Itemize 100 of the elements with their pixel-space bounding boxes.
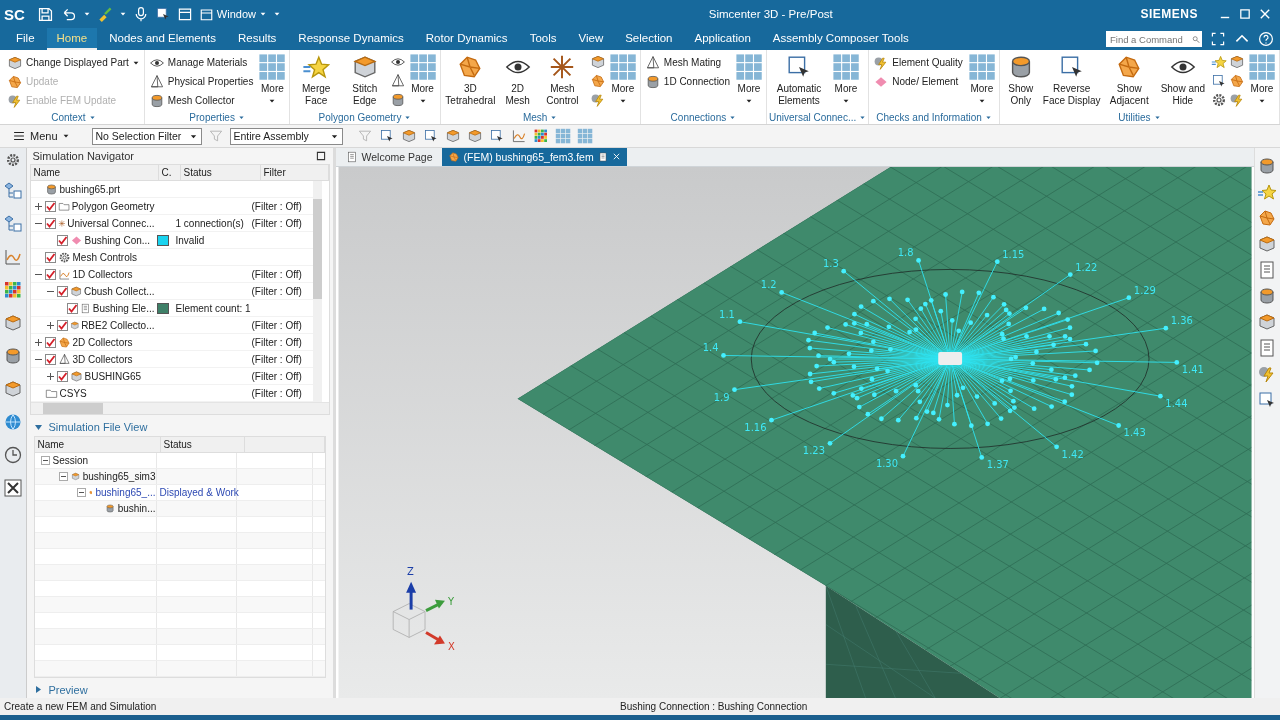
horizontal-scrollbar[interactable] [30, 402, 329, 415]
select-icon[interactable] [488, 128, 505, 144]
cube-icon[interactable] [1257, 234, 1278, 254]
cube-icon[interactable] [1257, 312, 1278, 332]
column-header[interactable]: Name [30, 165, 159, 181]
clock-icon[interactable] [2, 445, 23, 465]
expand-toggle[interactable] [33, 201, 43, 211]
checkbox[interactable] [44, 200, 56, 212]
select-icon[interactable] [378, 128, 395, 144]
more-button[interactable]: More [1247, 53, 1277, 105]
colorgrid-icon[interactable] [532, 128, 549, 144]
selection-filter-dropdown[interactable]: No Selection Filter [91, 127, 202, 145]
fullscreen-icon[interactable] [1210, 31, 1226, 47]
checkbox[interactable] [44, 336, 56, 348]
checkbox[interactable] [44, 251, 56, 263]
tree-item[interactable]: Bushing Ele... [92, 302, 155, 314]
menu-button[interactable]: Menu [6, 128, 76, 144]
more-button[interactable]: More [257, 53, 288, 105]
wrench-icon[interactable] [2, 478, 23, 498]
help-icon[interactable] [1258, 31, 1274, 47]
ribbon-button[interactable]: Show Adjacent [1103, 53, 1155, 107]
expand-toggle[interactable] [45, 320, 55, 330]
window-menu[interactable]: Window [198, 6, 267, 22]
brush-icon[interactable] [96, 6, 113, 22]
more-button[interactable]: More [831, 53, 861, 105]
star-icon[interactable] [1211, 54, 1227, 70]
more-button[interactable]: More [734, 53, 764, 105]
tree-item[interactable]: RBE2 Collecto... [81, 319, 155, 331]
cube-icon[interactable] [400, 128, 417, 144]
lightning-icon[interactable] [589, 92, 606, 108]
cube-icon[interactable] [2, 313, 23, 333]
scope-dropdown[interactable]: Entire Assembly [229, 127, 343, 145]
menu-tab[interactable]: Rotor Dynamics [415, 28, 518, 50]
ribbon-button[interactable]: Show Only [1001, 53, 1040, 107]
checkbox[interactable] [56, 285, 68, 297]
chart-icon[interactable] [510, 128, 527, 144]
checkbox[interactable] [56, 370, 68, 382]
ribbon-button[interactable]: Reverse Face Display [1041, 53, 1102, 107]
ribbon-command[interactable]: Element Quality [871, 53, 965, 72]
tree-item[interactable]: Universal Connec... [67, 217, 155, 229]
ribbon-button[interactable]: Mesh Control [537, 53, 588, 107]
tree-item[interactable]: Polygon Geometry [71, 200, 155, 212]
section-header[interactable]: Preview [29, 681, 330, 698]
pyramid-icon[interactable] [389, 73, 406, 89]
expand-toggle[interactable] [40, 455, 50, 465]
menu-tab[interactable]: Assembly Composer Tools [762, 28, 919, 50]
file-item[interactable]: bushing65_sim3 [82, 470, 156, 482]
more-button[interactable]: More [407, 53, 438, 105]
checkbox[interactable] [56, 319, 68, 331]
search-field[interactable]: Find a Command [1106, 31, 1202, 47]
menu-tab[interactable]: Nodes and Elements [99, 28, 226, 50]
column-header[interactable]: Status [160, 436, 245, 452]
ribbon-command[interactable]: Change Displayed Part [5, 53, 142, 72]
ribbon-button[interactable]: Show and Hide [1156, 53, 1209, 107]
tree-item[interactable]: Cbush Collect... [83, 285, 155, 297]
expand-toggle[interactable] [76, 487, 86, 497]
document-tab[interactable]: (FEM) bushing65_fem3.fem [441, 148, 627, 166]
cube-icon[interactable] [444, 128, 461, 144]
column-header[interactable]: Name [34, 436, 161, 452]
select-icon[interactable] [154, 6, 171, 22]
column-header[interactable]: C. [158, 165, 181, 181]
vertical-scrollbar[interactable] [312, 181, 322, 403]
tree-item[interactable]: 3D Collectors [72, 353, 133, 365]
tree-item[interactable]: Bushing Con... [84, 234, 151, 246]
tree-icon[interactable] [2, 181, 23, 201]
ribbon-button[interactable]: Automatic Elements [769, 53, 829, 107]
file-item[interactable]: bushin... [117, 502, 156, 514]
menu-tab[interactable]: View [568, 28, 614, 50]
expand-toggle[interactable] [33, 337, 43, 347]
more-button[interactable]: More [607, 53, 638, 105]
ribbon-command[interactable]: Physical Properties [146, 72, 256, 91]
expand-toggle[interactable] [45, 371, 55, 381]
cube-icon[interactable] [1229, 54, 1245, 70]
tree-item[interactable]: BUSHING65 [84, 370, 142, 382]
tree-item[interactable]: 2D Collectors [72, 336, 133, 348]
menu-tab[interactable]: File [6, 28, 45, 50]
column-header[interactable]: Status [180, 165, 261, 181]
document-icon[interactable] [597, 151, 608, 162]
checkbox[interactable] [44, 353, 56, 365]
cube-icon[interactable] [466, 128, 483, 144]
gear-icon[interactable] [1211, 92, 1227, 108]
maximize-icon[interactable] [314, 150, 327, 163]
ribbon-button[interactable]: Stitch Edge [341, 53, 388, 107]
checkbox[interactable] [67, 302, 78, 314]
save-icon[interactable] [36, 5, 54, 23]
menu-tab[interactable]: Home [46, 28, 98, 50]
ribbon-button[interactable]: 2D Mesh [500, 53, 536, 107]
section-header[interactable]: Simulation File View [29, 419, 330, 436]
select-icon[interactable] [1211, 73, 1227, 89]
ribbon-command[interactable]: Mesh Mating [642, 53, 732, 72]
ribbon-command[interactable]: Mesh Collector [146, 91, 256, 110]
more-button[interactable]: More [966, 53, 997, 105]
checkbox[interactable] [56, 234, 68, 246]
menu-tab[interactable]: Application [684, 28, 761, 50]
document-tab[interactable]: Welcome Page [339, 148, 439, 166]
ribbon-button[interactable]: Merge Face [292, 53, 340, 107]
cube-icon[interactable] [2, 379, 23, 399]
menu-tab[interactable]: Response Dynamics [288, 28, 414, 50]
tree-item[interactable]: Mesh Controls [72, 251, 137, 263]
ribbon-command[interactable]: 1D Connection [642, 72, 732, 91]
